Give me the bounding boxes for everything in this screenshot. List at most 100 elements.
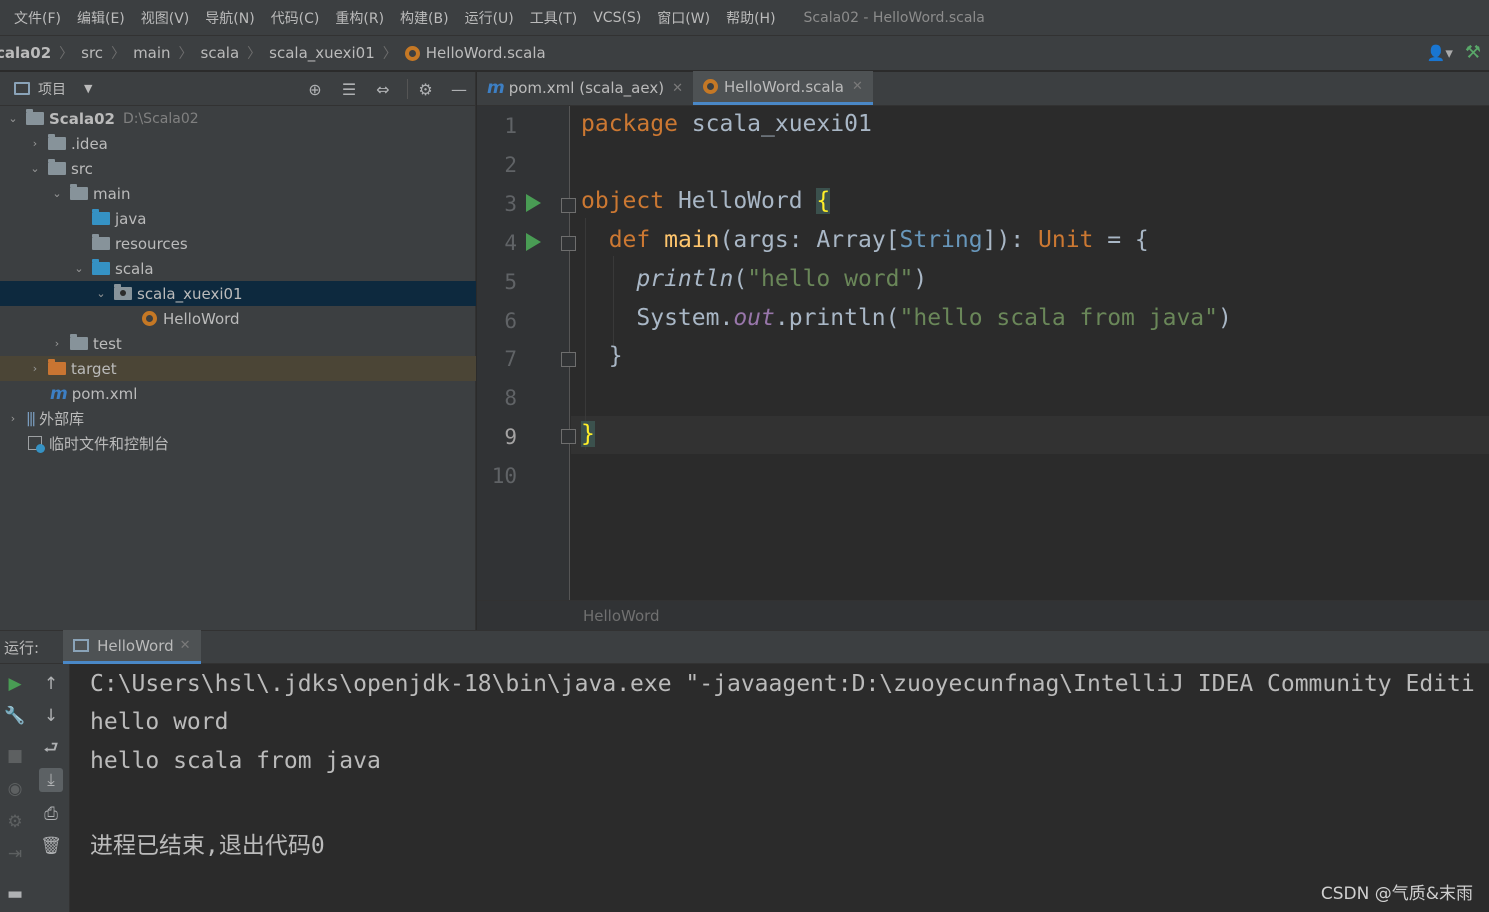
locate-icon[interactable]: ⊕	[305, 79, 325, 99]
tab-helloword-scala[interactable]: HelloWord.scala ✕	[692, 71, 873, 105]
stop-icon[interactable]: ■	[3, 744, 27, 768]
arrow-down-icon[interactable]: ↓	[39, 704, 63, 728]
rerun-icon[interactable]: ▶	[3, 672, 27, 696]
code-function: main	[664, 227, 720, 253]
scroll-to-end-icon[interactable]: ⤓	[39, 768, 63, 792]
code-text: ]):	[982, 227, 1038, 253]
tree-item-src[interactable]: ⌄ src	[0, 156, 476, 181]
run-gutter-icon[interactable]	[526, 194, 541, 212]
settings-icon[interactable]: ⚙	[3, 810, 27, 834]
breadcrumb-package[interactable]: scala_xuexi01	[265, 44, 379, 62]
tree-item-target[interactable]: › target	[0, 356, 476, 381]
editor-breadcrumb-item[interactable]: HelloWord	[583, 607, 660, 625]
code-line-3: object HelloWord {	[581, 188, 831, 214]
console-line: hello word	[90, 709, 229, 735]
tree-item-scala02[interactable]: ⌄ Scala02 D:\Scala02	[0, 106, 476, 131]
tab-pom-xml[interactable]: m pom.xml (scala_aex) ✕	[477, 71, 693, 105]
line-number: 2	[504, 153, 517, 177]
breadcrumb-src[interactable]: src	[77, 44, 107, 62]
chevron-right-icon[interactable]: ›	[28, 362, 42, 375]
project-panel-title[interactable]: 项目	[38, 79, 66, 99]
menu-navigate[interactable]: 导航(N)	[197, 8, 262, 28]
tree-item-label: HelloWord	[163, 309, 240, 328]
tab-run-helloword[interactable]: HelloWord ✕	[63, 630, 201, 664]
tree-item-external-libraries[interactable]: › ||| 外部库	[0, 406, 476, 431]
tree-item-idea[interactable]: › .idea	[0, 131, 476, 156]
layout-icon[interactable]: ▬	[3, 882, 27, 906]
menu-bar: 文件(F) 编辑(E) 视图(V) 导航(N) 代码(C) 重构(R) 构建(B…	[0, 0, 1489, 36]
fold-icon[interactable]	[561, 236, 576, 251]
breadcrumb-separator: 〉	[59, 46, 74, 62]
trash-icon[interactable]: 🗑	[39, 834, 63, 858]
close-icon[interactable]: ✕	[180, 638, 191, 653]
close-icon[interactable]: ✕	[852, 79, 863, 94]
chevron-down-icon[interactable]: ▼	[84, 82, 92, 95]
menu-refactor[interactable]: 重构(R)	[327, 8, 392, 28]
breadcrumb-scala[interactable]: scala	[197, 44, 244, 62]
collapse-all-icon[interactable]: ⇔	[373, 79, 393, 99]
run-gutter-icon[interactable]	[526, 233, 541, 251]
breadcrumb-file[interactable]: HelloWord.scala	[401, 44, 550, 62]
source-folder-icon	[92, 209, 110, 225]
print-icon[interactable]: ⎙	[39, 802, 63, 826]
tree-item-scala-xuexi01[interactable]: ⌄ scala_xuexi01	[0, 281, 476, 306]
tree-item-test[interactable]: › test	[0, 331, 476, 356]
soft-wrap-icon[interactable]: ⮐	[39, 737, 63, 761]
code-text: = {	[1093, 227, 1149, 253]
menu-help[interactable]: 帮助(H)	[718, 8, 783, 28]
line-number: 8	[504, 386, 517, 410]
menu-code[interactable]: 代码(C)	[263, 8, 328, 28]
code-line-5: println("hello word")	[581, 266, 927, 292]
gear-icon[interactable]: ⚙	[407, 79, 435, 99]
menu-window[interactable]: 窗口(W)	[649, 8, 718, 28]
tree-item-label: pom.xml	[71, 384, 138, 403]
folder-icon	[70, 334, 88, 350]
exit-icon[interactable]: ⇥	[3, 842, 27, 866]
chevron-right-icon[interactable]: ›	[6, 412, 20, 425]
fold-icon[interactable]	[561, 352, 576, 367]
code-editor[interactable]: 1 2 3 4 5 6 7 8 9 10 package scala_xuexi…	[477, 106, 1489, 600]
chevron-right-icon[interactable]: ›	[50, 337, 64, 350]
fold-icon[interactable]	[561, 198, 576, 213]
tree-item-pom-xml[interactable]: m pom.xml	[0, 381, 476, 406]
camera-icon[interactable]: ◉	[3, 777, 27, 801]
menu-file[interactable]: 文件(F)	[6, 8, 69, 28]
folder-icon	[48, 159, 66, 175]
breadcrumb-main[interactable]: main	[129, 44, 174, 62]
hide-icon[interactable]: —	[449, 79, 469, 99]
menu-build[interactable]: 构建(B)	[392, 8, 457, 28]
tree-item-scratches[interactable]: 临时文件和控制台	[0, 431, 476, 456]
chevron-down-icon[interactable]: ⌄	[72, 262, 86, 275]
menu-view[interactable]: 视图(V)	[133, 8, 198, 28]
tree-item-resources[interactable]: resources	[0, 231, 476, 256]
menu-tools[interactable]: 工具(T)	[522, 8, 585, 28]
close-icon[interactable]: ✕	[672, 81, 683, 96]
build-hammer-icon[interactable]: ⚒	[1465, 42, 1481, 63]
tree-item-helloword[interactable]: HelloWord	[0, 306, 476, 331]
chevron-down-icon[interactable]: ⌄	[94, 287, 108, 300]
tree-item-label: 临时文件和控制台	[49, 435, 170, 453]
chevron-down-icon[interactable]: ⌄	[50, 187, 64, 200]
code-string: "hello scala from java"	[899, 305, 1219, 331]
chevron-down-icon[interactable]: ⌄	[6, 112, 20, 125]
console-output[interactable]: C:\Users\hsl\.jdks\openjdk-18\bin\java.e…	[71, 664, 1489, 912]
menu-vcs[interactable]: VCS(S)	[585, 10, 649, 26]
tree-item-java[interactable]: java	[0, 206, 476, 231]
code-line-4: def main(args: Array[String]): Unit = {	[581, 227, 1149, 253]
chevron-down-icon[interactable]: ⌄	[28, 162, 42, 175]
fold-icon[interactable]	[561, 429, 576, 444]
package-icon	[114, 284, 132, 300]
tree-item-main[interactable]: ⌄ main	[0, 181, 476, 206]
menu-run[interactable]: 运行(U)	[457, 8, 522, 28]
tree-item-scala[interactable]: ⌄ scala	[0, 256, 476, 281]
chevron-right-icon[interactable]: ›	[28, 137, 42, 150]
arrow-up-icon[interactable]: ↑	[39, 672, 63, 696]
expand-all-icon[interactable]: ☰	[339, 79, 359, 99]
project-panel: 项目 ▼ ⊕ ☰ ⇔ ⚙ — ⌄ Scala02 D:\Scala02 › .i…	[0, 72, 476, 630]
breadcrumb-project[interactable]: cala02	[0, 44, 55, 62]
user-icon[interactable]: 👤▾	[1427, 44, 1453, 62]
console-line: 进程已结束,退出代码0	[90, 833, 325, 859]
wrench-icon[interactable]: 🔧	[3, 704, 27, 728]
tree-item-label: Scala02	[49, 109, 115, 128]
menu-edit[interactable]: 编辑(E)	[69, 8, 133, 28]
